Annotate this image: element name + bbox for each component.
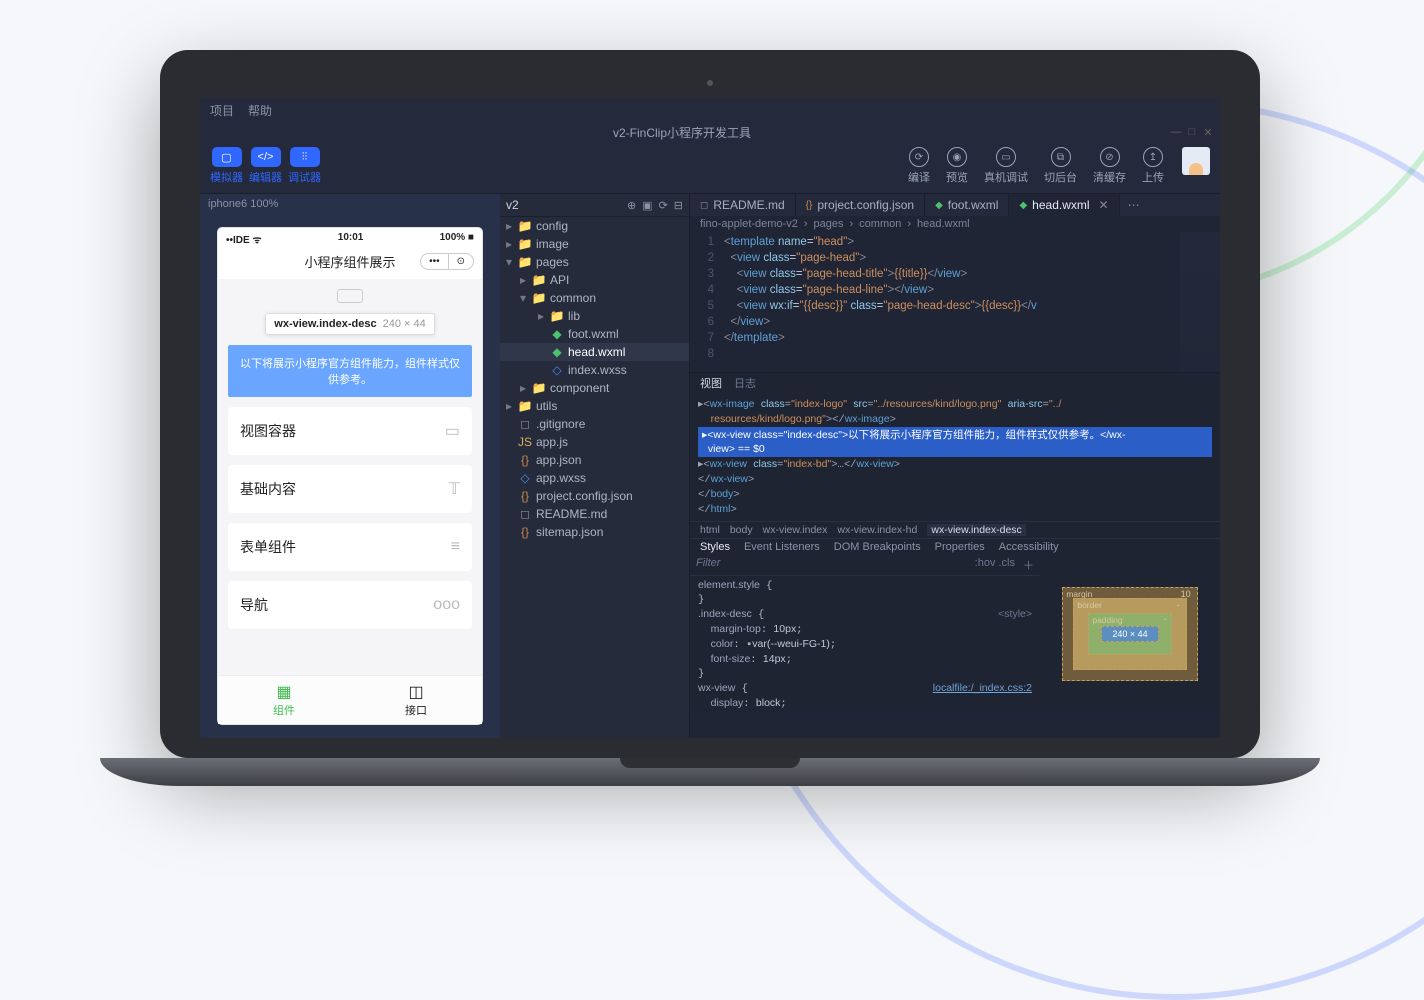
devtools-tab-view[interactable]: 视图 xyxy=(700,375,722,391)
tab-foot-wxml[interactable]: ◆foot.wxml xyxy=(925,194,1009,216)
dom-tree[interactable]: ▸<wx-image class="index-logo" src="../re… xyxy=(690,393,1220,521)
file-head-wxml[interactable]: ◆head.wxml xyxy=(500,343,689,361)
file-sitemap[interactable]: {}sitemap.json xyxy=(500,523,689,541)
toolbar: ▢模拟器 </>编辑器 ⫶⫶调试器 ⟳编译 ◉预览 ▭真机调试 ⧉切后台 ⊘清缓… xyxy=(200,141,1220,194)
phone-preview: ••IDE ᯤ 10:01 100% ■ 小程序组件展示 •••⊙ wx-vie… xyxy=(218,228,482,724)
mode-simulator[interactable]: ▢模拟器 xyxy=(210,147,243,185)
simulator-panel: iphone6 100% ••IDE ᯤ 10:01 100% ■ 小程序组件展… xyxy=(200,194,500,738)
highlighted-desc[interactable]: 以下将展示小程序官方组件能力，组件样式仅供参考。 xyxy=(228,345,472,397)
folder-common[interactable]: ▾📁common xyxy=(500,289,689,307)
accessibility-tab[interactable]: Accessibility xyxy=(999,541,1059,553)
tab-readme[interactable]: ◻README.md xyxy=(690,194,796,216)
code-editor[interactable]: 1<template name="head"> 2 <view class="p… xyxy=(690,232,1220,372)
avatar[interactable] xyxy=(1182,147,1210,175)
folder-config[interactable]: ▸📁config xyxy=(500,217,689,235)
styles-filter-input[interactable]: Filter xyxy=(696,557,975,573)
refresh-icon[interactable]: ⟳ xyxy=(659,199,668,212)
file-project-config[interactable]: {}project.config.json xyxy=(500,487,689,505)
tab-api[interactable]: ◫接口 xyxy=(350,676,482,724)
list-item[interactable]: 导航ooo xyxy=(228,581,472,629)
mode-debugger[interactable]: ⫶⫶调试器 xyxy=(288,147,321,185)
nav-icon: ooo xyxy=(433,596,460,614)
style-rules[interactable]: element.style {} .index-desc {<style> ma… xyxy=(690,576,1040,713)
editor-tabs: ◻README.md {}project.config.json ◆foot.w… xyxy=(690,194,1220,216)
file-app-js[interactable]: JSapp.js xyxy=(500,433,689,451)
status-battery: 100% ■ xyxy=(440,232,474,246)
menubar: 项目 帮助 xyxy=(200,98,1220,123)
dom-breadcrumb: html body wx-view.index wx-view.index-hd… xyxy=(690,521,1220,539)
box-model: margin10 border- padding- 240 × 44 xyxy=(1040,555,1220,713)
tab-component[interactable]: ▦组件 xyxy=(218,676,350,724)
window-minimize-icon[interactable]: — xyxy=(1170,126,1182,139)
simulator-device-label: iphone6 100% xyxy=(200,194,500,214)
action-compile[interactable]: ⟳编译 xyxy=(908,147,930,185)
folder-lib[interactable]: ▸📁lib xyxy=(500,307,689,325)
action-background[interactable]: ⧉切后台 xyxy=(1044,147,1077,185)
properties-tab[interactable]: Properties xyxy=(935,541,985,553)
breadcrumb: fino-applet-demo-v2›pages›common›head.wx… xyxy=(690,216,1220,232)
mode-editor[interactable]: </>编辑器 xyxy=(249,147,282,185)
list-item[interactable]: 基础内容𝕋 xyxy=(228,465,472,513)
menu-help[interactable]: 帮助 xyxy=(248,102,272,119)
capsule-more-icon[interactable]: ••• xyxy=(421,254,449,269)
tab-head-wxml[interactable]: ◆head.wxml✕ xyxy=(1009,194,1119,216)
close-icon[interactable]: ✕ xyxy=(1099,198,1109,212)
status-signal: ••IDE ᯤ xyxy=(226,232,262,246)
dom-breakpoints-tab[interactable]: DOM Breakpoints xyxy=(834,541,921,553)
grid-icon: ▦ xyxy=(218,682,350,702)
file-gitignore[interactable]: ◻.gitignore xyxy=(500,415,689,433)
capsule-close-icon[interactable]: ⊙ xyxy=(449,254,473,269)
list-item[interactable]: 视图容器▭ xyxy=(228,407,472,455)
ide-window: 项目 帮助 v2-FinClip小程序开发工具 — □ ✕ ▢模拟器 </>编辑… xyxy=(200,98,1220,738)
api-icon: ◫ xyxy=(350,682,482,702)
event-listeners-tab[interactable]: Event Listeners xyxy=(744,541,820,553)
tab-project-config[interactable]: {}project.config.json xyxy=(796,194,925,216)
action-remote[interactable]: ▭真机调试 xyxy=(984,147,1028,185)
folder-component[interactable]: ▸📁component xyxy=(500,379,689,397)
action-clear-cache[interactable]: ⊘清缓存 xyxy=(1093,147,1126,185)
file-foot-wxml[interactable]: ◆foot.wxml xyxy=(500,325,689,343)
minimap[interactable] xyxy=(1180,232,1220,372)
container-icon: ▭ xyxy=(445,421,460,441)
window-maximize-icon[interactable]: □ xyxy=(1186,126,1198,139)
hov-toggle[interactable]: :hov .cls xyxy=(975,557,1015,573)
folder-utils[interactable]: ▸📁utils xyxy=(500,397,689,415)
phone-nav-title: 小程序组件展示 xyxy=(304,252,395,271)
folder-api[interactable]: ▸📁API xyxy=(500,271,689,289)
file-app-json[interactable]: {}app.json xyxy=(500,451,689,469)
form-icon: ≡ xyxy=(451,538,460,556)
folder-pages[interactable]: ▾📁pages xyxy=(500,253,689,271)
logo-placeholder xyxy=(337,289,363,303)
file-readme[interactable]: ◻README.md xyxy=(500,505,689,523)
file-explorer: v2 ⊕ ▣ ⟳ ⊟ ▸📁config ▸📁image ▾📁pages ▸📁AP… xyxy=(500,194,690,738)
text-icon: 𝕋 xyxy=(449,479,460,499)
menu-project[interactable]: 项目 xyxy=(210,102,234,119)
window-title: v2-FinClip小程序开发工具 xyxy=(200,124,1164,141)
window-close-icon[interactable]: ✕ xyxy=(1202,126,1214,139)
styles-tab[interactable]: Styles xyxy=(700,541,730,553)
file-app-wxss[interactable]: ◇app.wxss xyxy=(500,469,689,487)
status-time: 10:01 xyxy=(338,232,364,246)
devtools-panel: 视图 日志 ▸<wx-image class="index-logo" src=… xyxy=(690,372,1220,713)
tabs-overflow-icon[interactable]: ⋯ xyxy=(1120,194,1148,216)
add-class-icon[interactable]: ＋ xyxy=(1023,557,1034,573)
action-preview[interactable]: ◉预览 xyxy=(946,147,968,185)
capsule-menu[interactable]: •••⊙ xyxy=(420,253,474,270)
project-root[interactable]: v2 xyxy=(506,198,519,212)
devtools-tab-log[interactable]: 日志 xyxy=(734,375,756,391)
laptop-frame: 项目 帮助 v2-FinClip小程序开发工具 — □ ✕ ▢模拟器 </>编辑… xyxy=(160,50,1260,786)
new-folder-icon[interactable]: ▣ xyxy=(642,199,652,212)
collapse-icon[interactable]: ⊟ xyxy=(674,199,683,212)
inspect-tooltip: wx-view.index-desc 240 × 44 xyxy=(265,313,434,335)
file-index-wxss[interactable]: ◇index.wxss xyxy=(500,361,689,379)
action-upload[interactable]: ↥上传 xyxy=(1142,147,1164,185)
folder-image[interactable]: ▸📁image xyxy=(500,235,689,253)
list-item[interactable]: 表单组件≡ xyxy=(228,523,472,571)
new-file-icon[interactable]: ⊕ xyxy=(627,199,636,212)
